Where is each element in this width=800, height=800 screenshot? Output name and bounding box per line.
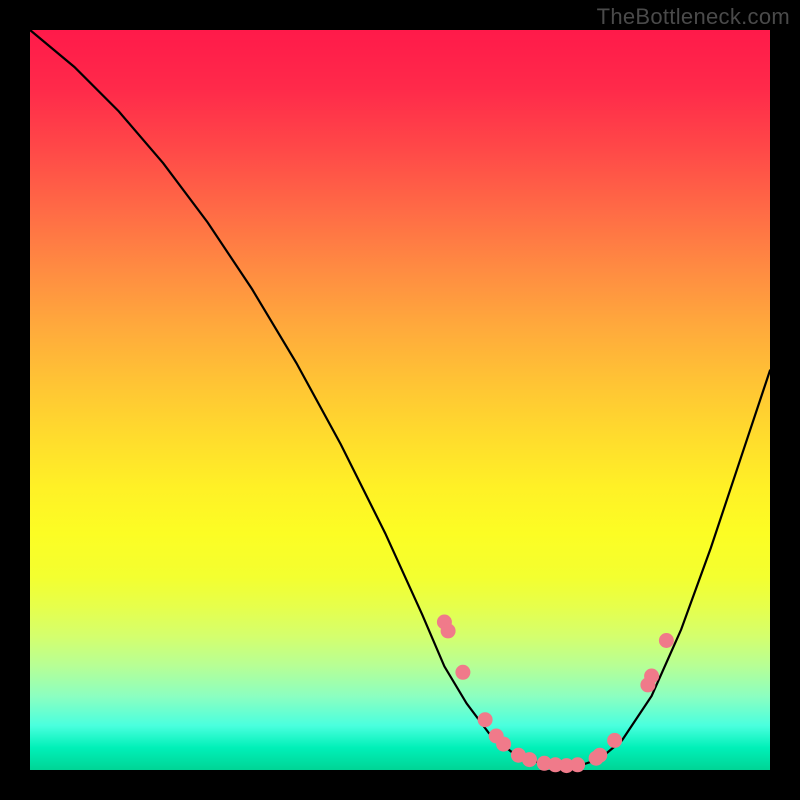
datapoint-dot (607, 733, 622, 748)
curve-layer (30, 30, 770, 770)
datapoint-dot (644, 669, 659, 684)
watermark-text: TheBottleneck.com (597, 4, 790, 30)
datapoint-dot (659, 633, 674, 648)
datapoint-dot (522, 752, 537, 767)
bottleneck-curve (30, 30, 770, 766)
datapoint-dot (570, 757, 585, 772)
datapoint-dot (478, 712, 493, 727)
chart-frame: TheBottleneck.com (0, 0, 800, 800)
datapoint-dot (496, 737, 511, 752)
datapoint-dots (437, 615, 674, 774)
datapoint-dot (441, 623, 456, 638)
datapoint-dot (592, 748, 607, 763)
datapoint-dot (455, 665, 470, 680)
